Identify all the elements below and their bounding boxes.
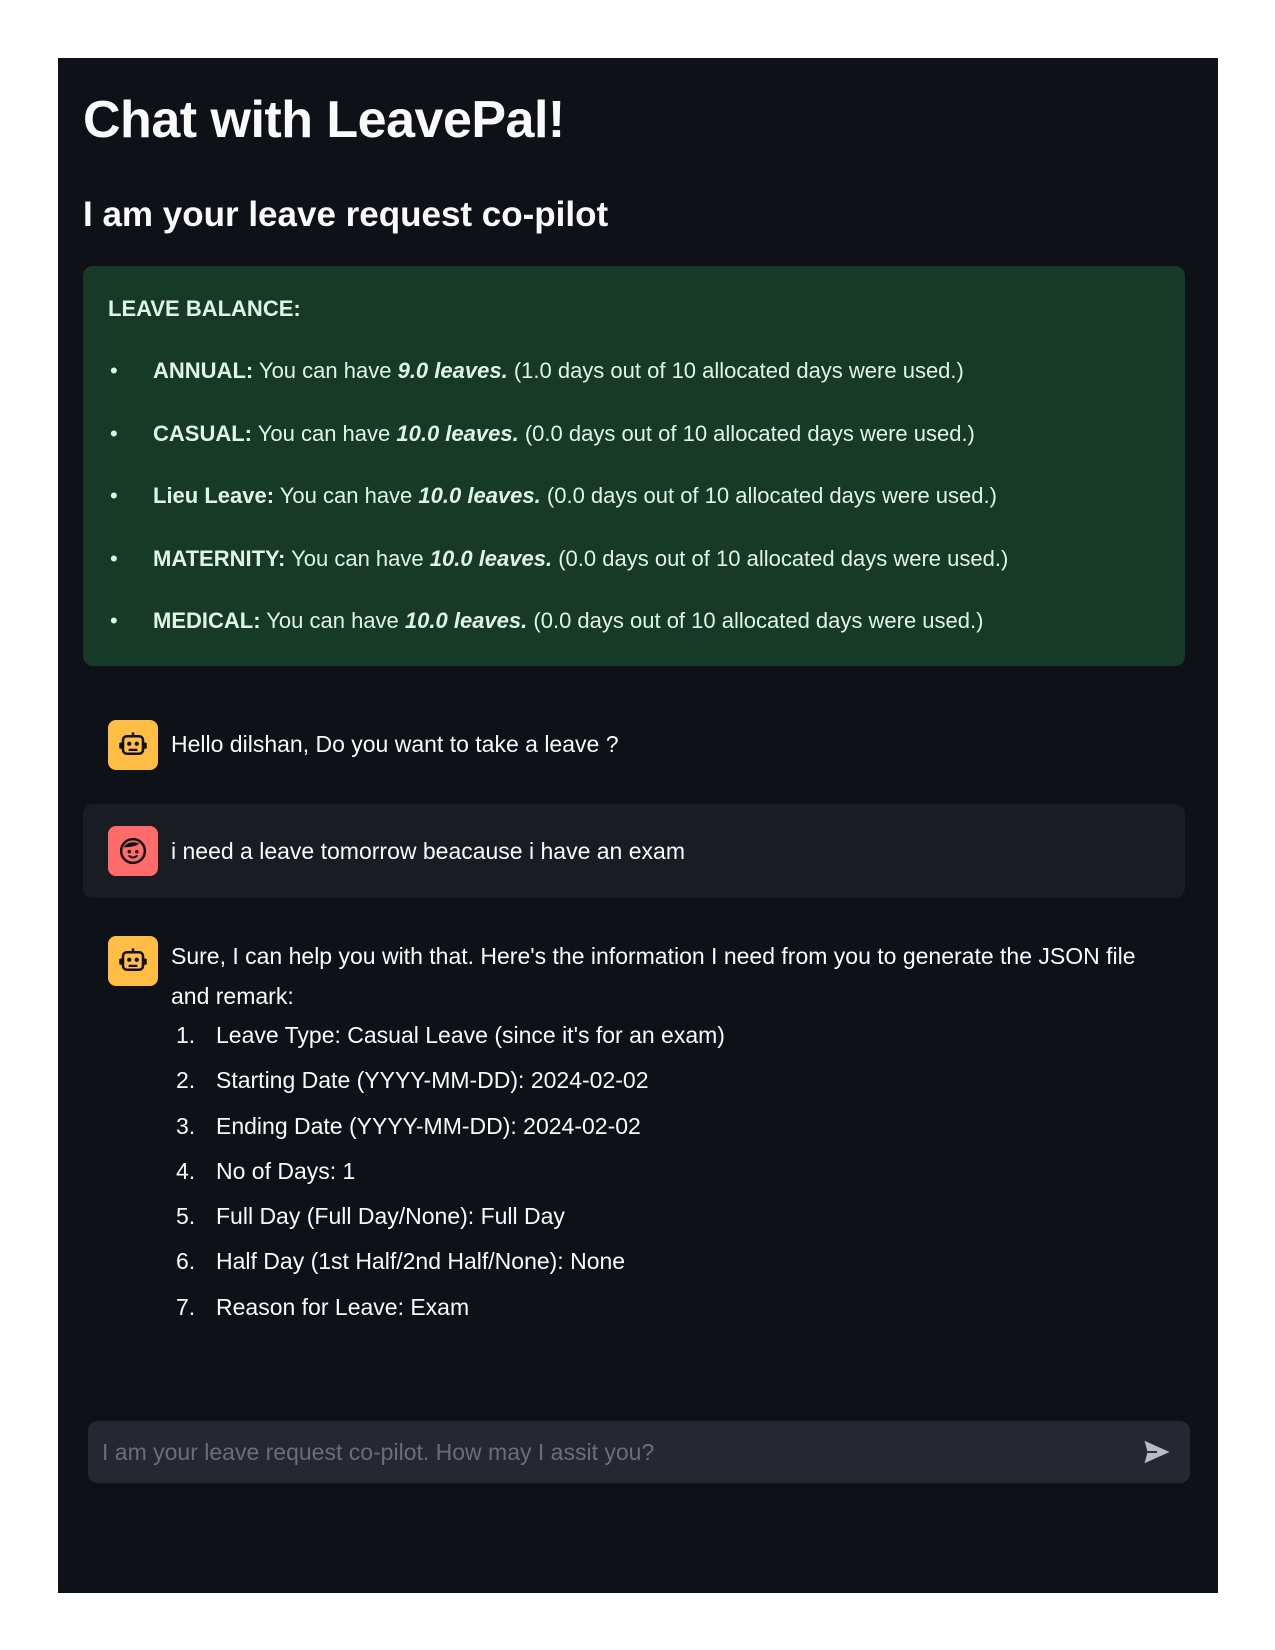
step-text: Starting Date (YYYY-MM-DD): 2024-02-02 (216, 1067, 649, 1094)
step-text: Half Day (1st Half/2nd Half/None): None (216, 1248, 626, 1275)
step-text: Reason for Leave: Exam (216, 1293, 470, 1320)
robot-icon (108, 936, 158, 986)
page-subtitle: I am your leave request co-pilot (83, 195, 609, 234)
leave-balance-item: • ANNUAL: You can have 9.0 leaves. (1.0 … (108, 358, 1160, 421)
leave-balance-item: • CASUAL: You can have 10.0 leaves. (0.0… (108, 421, 1160, 484)
step-text: Full Day (Full Day/None): Full Day (216, 1203, 565, 1230)
leave-count: 9.0 leaves. (397, 358, 508, 383)
leave-usage: (0.0 days out of 10 allocated days were … (524, 420, 975, 446)
step-number: 6. (176, 1248, 196, 1275)
leave-count: 10.0 leaves. (418, 483, 541, 508)
leave-balance-item: • Lieu Leave: You can have 10.0 leaves. … (108, 483, 1160, 546)
bullet-icon: • (110, 483, 118, 508)
step-number: 1. (176, 1022, 196, 1048)
chat-input-bar (88, 1421, 1190, 1483)
bullet-icon: • (110, 545, 118, 571)
leave-balance-panel: LEAVE BALANCE: • ANNUAL: You can have 9.… (83, 266, 1185, 666)
step-number: 2. (176, 1067, 196, 1094)
step-number: 4. (176, 1157, 196, 1184)
leave-detail-item: 4. No of Days: 1 (171, 1156, 725, 1201)
leave-detail-item: 5. Full Day (Full Day/None): Full Day (171, 1201, 725, 1246)
chat-message-assistant: Sure, I can help you with that. Here's t… (83, 914, 1185, 1334)
leave-balance-item: • MEDICAL: You can have 10.0 leaves. (0.… (108, 608, 1160, 671)
leave-type: MATERNITY: (153, 545, 286, 571)
bullet-icon: • (110, 608, 118, 633)
leave-balance-item: • MATERNITY: You can have 10.0 leaves. (… (108, 546, 1160, 609)
user-face-icon (108, 826, 158, 876)
leave-prefix: You can have (291, 545, 424, 571)
leave-prefix: You can have (258, 358, 392, 383)
leave-count: 10.0 leaves. (429, 545, 553, 571)
leave-usage: (0.0 days out of 10 allocated days were … (546, 483, 997, 508)
chat-message-assistant: Hello dilshan, Do you want to take a lea… (83, 698, 1185, 790)
leave-detail-item: 3. Ending Date (YYYY-MM-DD): 2024-02-02 (171, 1111, 725, 1156)
leave-details-list: 1. Leave Type: Casual Leave (since it's … (171, 1020, 725, 1337)
bullet-icon: • (110, 420, 118, 446)
leave-type: MEDICAL: (153, 608, 261, 633)
leave-type: ANNUAL: (153, 358, 254, 383)
send-icon (1144, 1440, 1170, 1464)
leave-type: CASUAL: (153, 420, 252, 446)
leave-detail-item: 2. Starting Date (YYYY-MM-DD): 2024-02-0… (171, 1065, 725, 1110)
step-text: Leave Type: Casual Leave (since it's for… (216, 1022, 725, 1048)
robot-icon (108, 720, 158, 770)
leave-prefix: You can have (266, 608, 399, 633)
step-text: No of Days: 1 (216, 1157, 356, 1184)
step-text: Ending Date (YYYY-MM-DD): 2024-02-02 (216, 1112, 641, 1139)
message-text: Sure, I can help you with that. Here's t… (171, 943, 1136, 1009)
message-text: Hello dilshan, Do you want to take a lea… (171, 731, 619, 757)
step-number: 7. (176, 1293, 196, 1320)
leave-usage: (0.0 days out of 10 allocated days were … (558, 545, 1009, 571)
leave-count: 10.0 leaves. (404, 608, 528, 633)
app-container: Chat with LeavePal! I am your leave requ… (58, 58, 1218, 1593)
leave-prefix: You can have (279, 483, 413, 508)
leave-balance-heading: LEAVE BALANCE: (108, 296, 301, 321)
leave-balance-list: • ANNUAL: You can have 9.0 leaves. (1.0 … (108, 358, 1160, 671)
page-title: Chat with LeavePal! (83, 91, 565, 149)
step-number: 5. (176, 1203, 196, 1230)
leave-detail-item: 1. Leave Type: Casual Leave (since it's … (171, 1020, 725, 1065)
leave-usage: (1.0 days out of 10 allocated days were … (513, 358, 964, 383)
leave-detail-item: 6. Half Day (1st Half/2nd Half/None): No… (171, 1246, 725, 1291)
leave-usage: (0.0 days out of 10 allocated days were … (533, 608, 984, 633)
step-number: 3. (176, 1112, 196, 1139)
send-button[interactable] (1138, 1433, 1176, 1471)
chat-input[interactable] (102, 1421, 1102, 1483)
chat-message-user: i need a leave tomorrow beacause i have … (83, 804, 1185, 898)
message-text: i need a leave tomorrow beacause i have … (171, 838, 685, 864)
bullet-icon: • (110, 358, 118, 383)
leave-count: 10.0 leaves. (396, 420, 519, 446)
leave-prefix: You can have (257, 420, 391, 446)
leave-detail-item: 7. Reason for Leave: Exam (171, 1292, 725, 1337)
leave-type: Lieu Leave: (153, 483, 275, 508)
